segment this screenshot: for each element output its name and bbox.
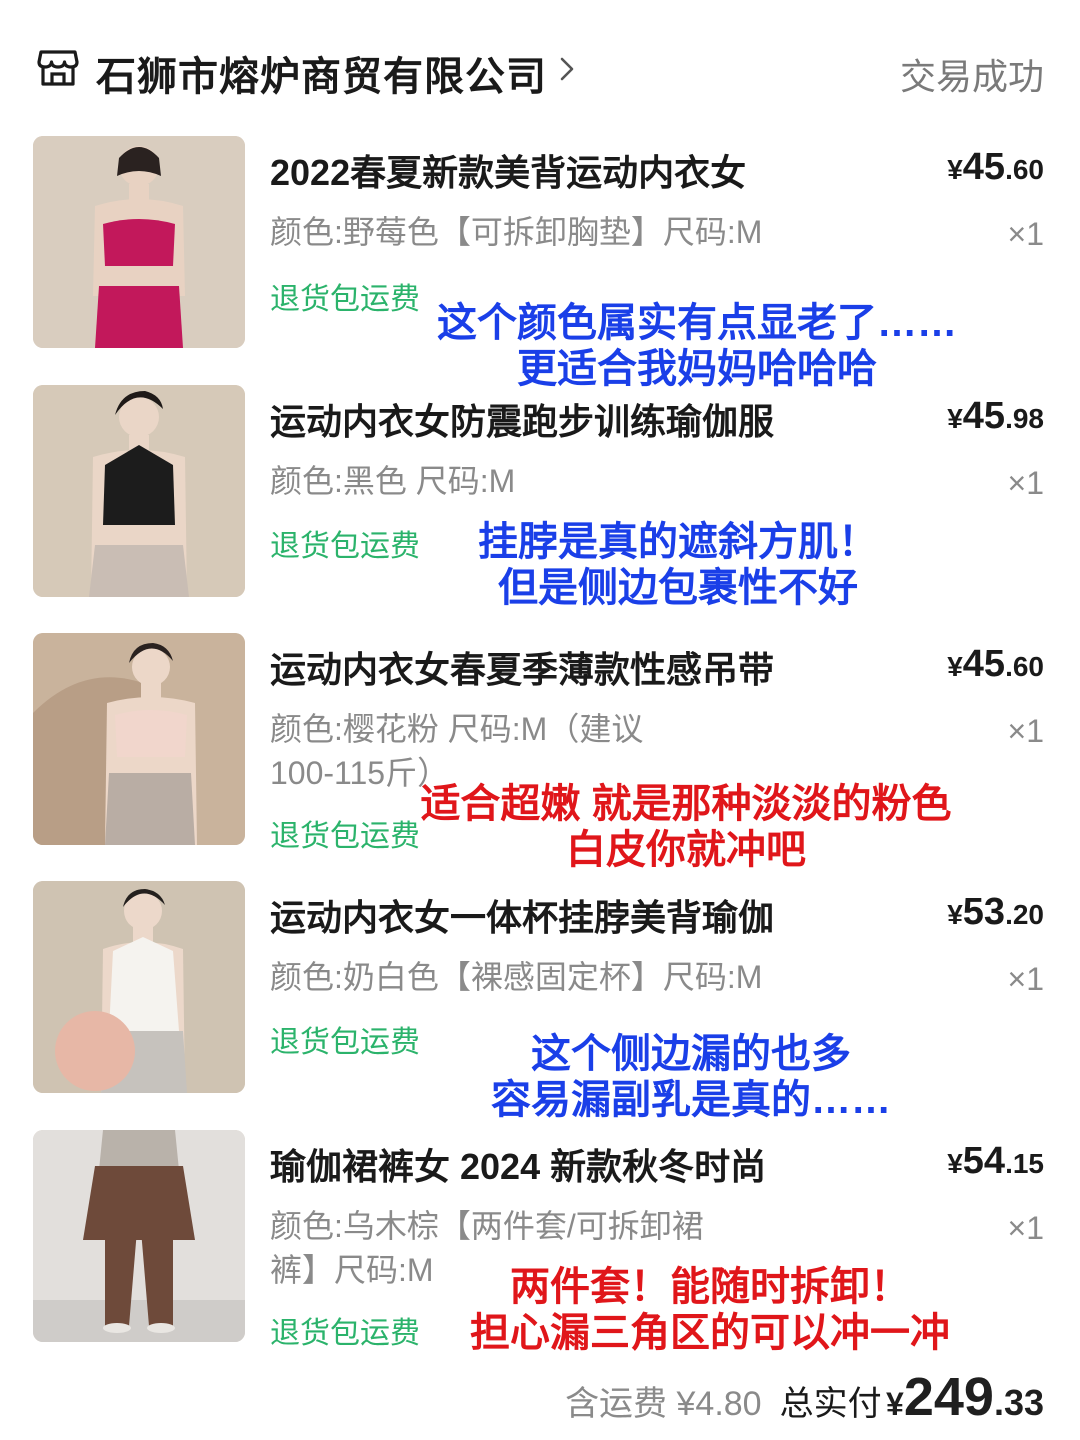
total-decimal: .33 bbox=[993, 1382, 1044, 1423]
order-item[interactable]: 运动内衣女一体杯挂脖美背瑜伽 ¥53.20 颜色:奶白色【裸感固定杯】尺码:M … bbox=[0, 881, 1080, 1129]
product-spec: 颜色:野莓色【可拆卸胸垫】尺码:M bbox=[270, 214, 763, 250]
annotation-line: 白皮你就冲吧 bbox=[566, 828, 806, 872]
chevron-right-icon[interactable] bbox=[558, 56, 576, 82]
total-paid-label: 总实付 bbox=[779, 1385, 882, 1423]
price-integer: 45 bbox=[962, 146, 1006, 188]
order-summary: 含运费 ¥4.80 总实付 ¥249.33 bbox=[565, 1366, 1044, 1428]
product-title[interactable]: 运动内衣女春夏季薄款性感吊带 bbox=[270, 641, 890, 693]
product-price: ¥45.60 bbox=[947, 643, 1044, 686]
annotation-note: 两件套！能随时拆卸！ 担心漏三角区的可以冲一冲 bbox=[440, 1264, 980, 1356]
price-integer: 45 bbox=[962, 395, 1006, 437]
product-title[interactable]: 运动内衣女一体杯挂脖美背瑜伽 bbox=[270, 889, 890, 941]
product-title[interactable]: 运动内衣女防震跑步训练瑜伽服 bbox=[270, 393, 890, 445]
product-thumbnail[interactable] bbox=[33, 1130, 245, 1342]
product-spec: 颜色:黑色 尺码:M bbox=[270, 463, 516, 499]
price-integer: 45 bbox=[962, 643, 1006, 685]
product-quantity: ×1 bbox=[1007, 1210, 1044, 1246]
product-title[interactable]: 2022春夏新款美背运动内衣女 bbox=[270, 144, 890, 196]
price-currency: ¥ bbox=[947, 154, 963, 185]
product-price: ¥45.98 bbox=[947, 395, 1044, 438]
total-currency: ¥ bbox=[886, 1386, 904, 1422]
price-currency: ¥ bbox=[947, 899, 963, 930]
price-decimal: .60 bbox=[1005, 154, 1044, 185]
product-thumbnail[interactable] bbox=[33, 633, 245, 845]
order-item[interactable]: 运动内衣女春夏季薄款性感吊带 ¥45.60 颜色:樱花粉 尺码:M（建议100-… bbox=[0, 633, 1080, 881]
product-thumbnail[interactable] bbox=[33, 385, 245, 597]
return-shipping-tag: 退货包运费 bbox=[270, 1317, 420, 1350]
total-integer: 249 bbox=[903, 1367, 994, 1427]
annotation-note: 挂脖是真的遮斜方肌！ 但是侧边包裹性不好 bbox=[448, 519, 908, 611]
annotation-line: 这个颜色属实有点显老了…… bbox=[437, 301, 957, 345]
product-quantity: ×1 bbox=[1007, 465, 1044, 501]
product-quantity: ×1 bbox=[1007, 713, 1044, 749]
return-shipping-tag: 退货包运费 bbox=[270, 1026, 420, 1059]
order-item[interactable]: 2022春夏新款美背运动内衣女 ¥45.60 颜色:野莓色【可拆卸胸垫】尺码:M… bbox=[0, 136, 1080, 391]
annotation-line: 两件套！能随时拆卸！ bbox=[510, 1265, 910, 1309]
order-status: 交易成功 bbox=[899, 56, 1044, 97]
order-item[interactable]: 瑜伽裙裤女 2024 新款秋冬时尚 ¥54.15 颜色:乌木棕【两件套/可拆卸裙… bbox=[0, 1130, 1080, 1378]
store-icon bbox=[37, 50, 79, 86]
annotation-line: 担心漏三角区的可以冲一冲 bbox=[470, 1311, 950, 1355]
product-spec: 颜色:奶白色【裸感固定杯】尺码:M bbox=[270, 959, 763, 995]
return-shipping-tag: 退货包运费 bbox=[270, 530, 420, 563]
product-title[interactable]: 瑜伽裙裤女 2024 新款秋冬时尚 bbox=[270, 1138, 890, 1190]
shipping-fee: 含运费 ¥4.80 bbox=[565, 1385, 762, 1423]
price-decimal: .15 bbox=[1005, 1148, 1044, 1179]
price-currency: ¥ bbox=[947, 651, 963, 682]
annotation-line: 挂脖是真的遮斜方肌！ bbox=[478, 520, 878, 564]
annotation-line: 但是侧边包裹性不好 bbox=[498, 566, 858, 610]
price-decimal: .60 bbox=[1005, 651, 1044, 682]
annotation-note: 这个颜色属实有点显老了…… 更适合我妈妈哈哈哈 bbox=[402, 300, 992, 392]
price-integer: 54 bbox=[962, 1140, 1006, 1182]
price-decimal: .20 bbox=[1005, 899, 1044, 930]
product-thumbnail[interactable] bbox=[33, 881, 245, 1093]
price-currency: ¥ bbox=[947, 1148, 963, 1179]
price-decimal: .98 bbox=[1005, 403, 1044, 434]
annotation-line: 容易漏副乳是真的…… bbox=[491, 1078, 891, 1122]
product-price: ¥45.60 bbox=[947, 146, 1044, 189]
price-currency: ¥ bbox=[947, 403, 963, 434]
product-thumbnail[interactable] bbox=[33, 136, 245, 348]
return-shipping-tag: 退货包运费 bbox=[270, 283, 420, 316]
product-quantity: ×1 bbox=[1007, 961, 1044, 997]
annotation-line: 适合超嫩 就是那种淡淡的粉色 bbox=[420, 782, 952, 826]
order-item[interactable]: 运动内衣女防震跑步训练瑜伽服 ¥45.98 颜色:黑色 尺码:M ×1 退货包运… bbox=[0, 385, 1080, 633]
product-price: ¥54.15 bbox=[947, 1140, 1044, 1183]
price-integer: 53 bbox=[962, 891, 1006, 933]
annotation-note: 适合超嫩 就是那种淡淡的粉色 白皮你就冲吧 bbox=[386, 781, 986, 873]
product-quantity: ×1 bbox=[1007, 216, 1044, 252]
product-price: ¥53.20 bbox=[947, 891, 1044, 934]
annotation-line: 这个侧边漏的也多 bbox=[531, 1032, 851, 1076]
order-header: 石狮市熔炉商贸有限公司 交易成功 bbox=[0, 0, 1080, 120]
store-name-link[interactable]: 石狮市熔炉商贸有限公司 bbox=[96, 44, 547, 102]
annotation-note: 这个侧边漏的也多 容易漏副乳是真的…… bbox=[446, 1031, 936, 1123]
